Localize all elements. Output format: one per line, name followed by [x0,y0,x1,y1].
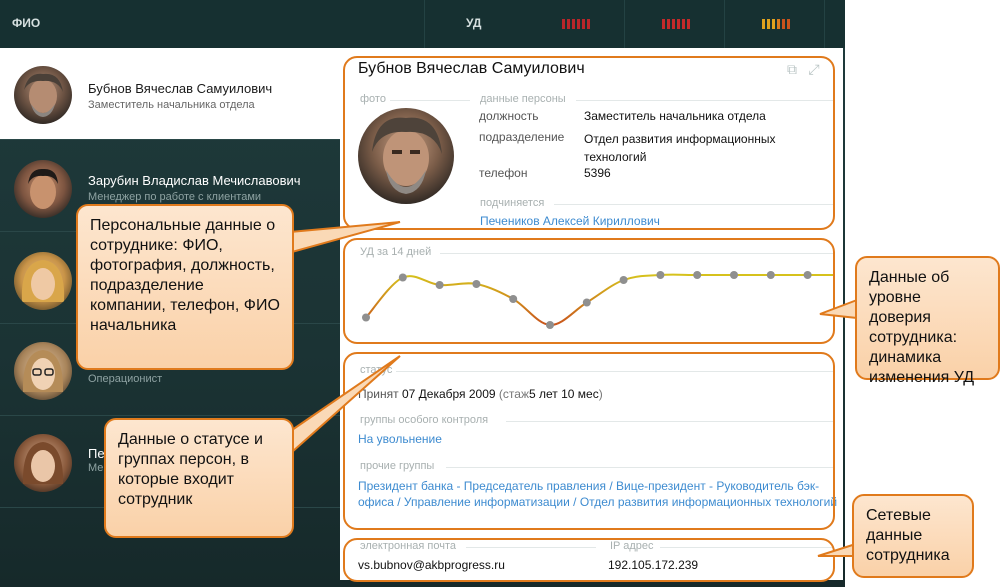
highlight-network [343,538,835,582]
face-icon [22,442,64,484]
highlight-personal [343,56,835,230]
column-header-ud[interactable]: УД [466,16,481,30]
face-icon [24,73,63,117]
employee-role: Операционист [88,373,163,385]
column-ud [424,0,624,48]
avatar [14,252,72,310]
ud-bars-icon [762,19,790,29]
callout-trust: Данные об уровне доверия сотрудника: дин… [855,256,1000,386]
avatar [14,66,72,124]
table-header: ФИО УД [0,0,845,48]
highlight-trust [343,238,835,344]
highlight-status [343,352,835,530]
employee-name: Зарубин Владислав Мечиславович [88,173,301,188]
ud-bars-icon [662,19,690,29]
employee-name: Пе [88,446,105,461]
employee-name: Бубнов Вячеслав Самуилович [88,81,273,96]
callout-network: Сетевые данные сотрудника [852,494,974,578]
employee-role: Заместитель начальника отдела [88,99,255,111]
column-header-fio[interactable]: ФИО [12,16,40,30]
column-end [824,0,845,48]
avatar [14,434,72,492]
face-icon [22,350,64,392]
face-icon [28,168,58,209]
avatar [14,160,72,218]
ud-bars-icon [562,19,590,29]
list-item[interactable]: Бубнов Вячеслав Самуилович Заместитель н… [0,48,340,140]
avatar [14,342,72,400]
callout-personal: Персональные данные о сотруднике: ФИО, ф… [76,204,294,370]
face-icon [21,260,65,302]
employee-role: Менеджер по работе с клиентами [88,191,262,203]
callout-status: Данные о статусе и группах персон, в кот… [104,418,294,538]
